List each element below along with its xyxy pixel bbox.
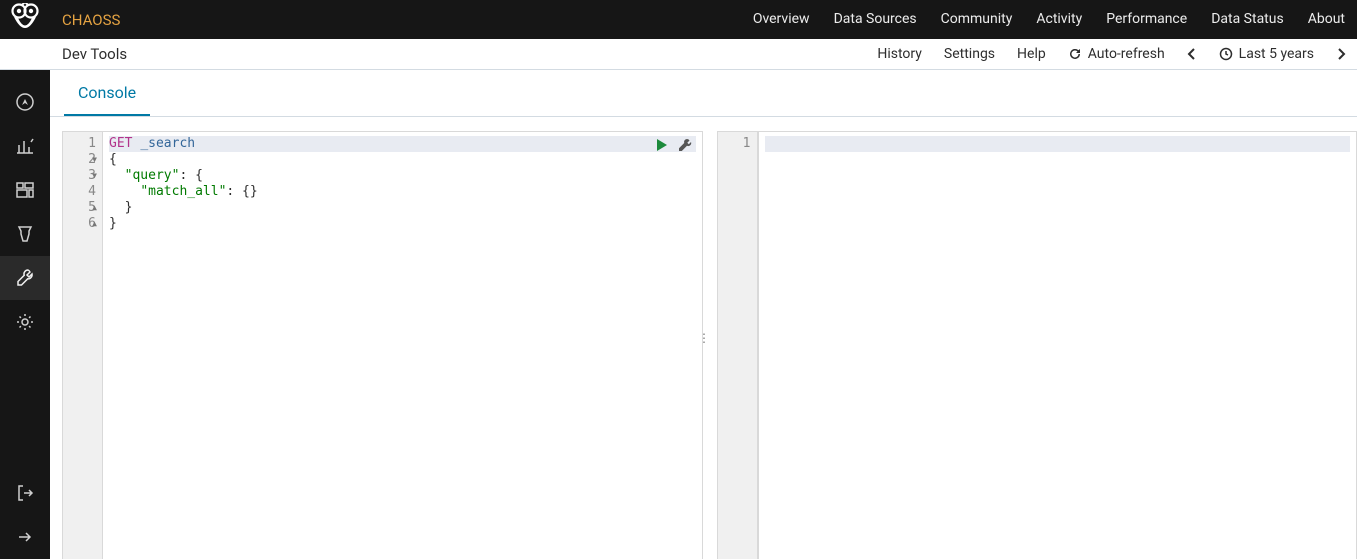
tabs: Console (50, 70, 1357, 117)
dashboard-icon (15, 180, 35, 200)
collapse-icon (15, 527, 35, 547)
breadcrumb-bar: Dev Tools History Settings Help Auto-ref… (0, 39, 1357, 70)
request-code[interactable]: GET _search{ "query": { "match_all": {} … (103, 132, 702, 559)
chevron-right-icon (1336, 47, 1346, 61)
sidebar-management[interactable] (0, 300, 50, 344)
sidebar-discover[interactable] (0, 80, 50, 124)
nav-about[interactable]: About (1296, 0, 1357, 39)
help-link[interactable]: Help (1006, 39, 1057, 70)
wrench-icon (15, 268, 35, 288)
nav-performance[interactable]: Performance (1094, 0, 1199, 39)
play-icon (655, 138, 669, 152)
owl-logo (0, 0, 50, 39)
brand-text: CHAOSS (62, 11, 120, 29)
sidebar-visualize[interactable] (0, 124, 50, 168)
top-nav: Overview Data Sources Community Activity… (741, 0, 1357, 39)
settings-link[interactable]: Settings (933, 39, 1006, 70)
nav-activity[interactable]: Activity (1024, 0, 1094, 39)
run-button[interactable] (655, 138, 669, 152)
request-actions (655, 138, 692, 152)
compass-icon (15, 92, 35, 112)
refresh-icon (1068, 47, 1082, 61)
history-link[interactable]: History (866, 39, 933, 70)
options-button[interactable] (678, 138, 692, 152)
nav-overview[interactable]: Overview (741, 0, 822, 39)
nav-data-sources[interactable]: Data Sources (822, 0, 929, 39)
timelion-icon (15, 224, 35, 244)
sidebar-collapse[interactable] (0, 515, 50, 559)
time-next-button[interactable] (1325, 39, 1357, 70)
autorefresh-label: Auto-refresh (1088, 39, 1165, 70)
autorefresh-toggle[interactable]: Auto-refresh (1057, 39, 1176, 70)
gear-icon (15, 312, 35, 332)
nav-community[interactable]: Community (929, 0, 1025, 39)
chart-icon (15, 136, 35, 156)
sidebar-timelion[interactable] (0, 212, 50, 256)
sidebar-dashboard[interactable] (0, 168, 50, 212)
sidebar (0, 70, 50, 559)
time-prev-button[interactable] (1176, 39, 1208, 70)
sidebar-devtools[interactable] (0, 256, 50, 300)
response-code (758, 132, 1357, 559)
chevron-left-icon (1187, 47, 1197, 61)
topbar: CHAOSS Overview Data Sources Community A… (0, 0, 1357, 39)
time-range-label: Last 5 years (1239, 39, 1314, 70)
clock-icon (1219, 47, 1233, 61)
request-editor[interactable]: 12▼3▼45▲6▲ GET _search{ "query": { "matc… (62, 131, 703, 559)
editor-split: 12▼3▼45▲6▲ GET _search{ "query": { "matc… (50, 117, 1357, 559)
time-controls: History Settings Help Auto-refresh Last … (866, 39, 1357, 70)
sidebar-logout[interactable] (0, 471, 50, 515)
response-gutter: 1 (718, 132, 758, 559)
nav-data-status[interactable]: Data Status (1199, 0, 1296, 39)
logout-icon (15, 483, 35, 503)
tab-console[interactable]: Console (64, 70, 150, 116)
wrench-small-icon (678, 138, 692, 152)
main: Console 12▼3▼45▲6▲ GET _search{ "query":… (0, 70, 1357, 559)
splitter-handle[interactable]: ⋮ (698, 331, 709, 345)
request-gutter: 12▼3▼45▲6▲ (63, 132, 103, 559)
response-viewer: 1 (717, 131, 1357, 559)
time-range-picker[interactable]: Last 5 years (1208, 39, 1325, 70)
breadcrumb: Dev Tools (62, 45, 127, 63)
content: Console 12▼3▼45▲6▲ GET _search{ "query":… (50, 70, 1357, 559)
